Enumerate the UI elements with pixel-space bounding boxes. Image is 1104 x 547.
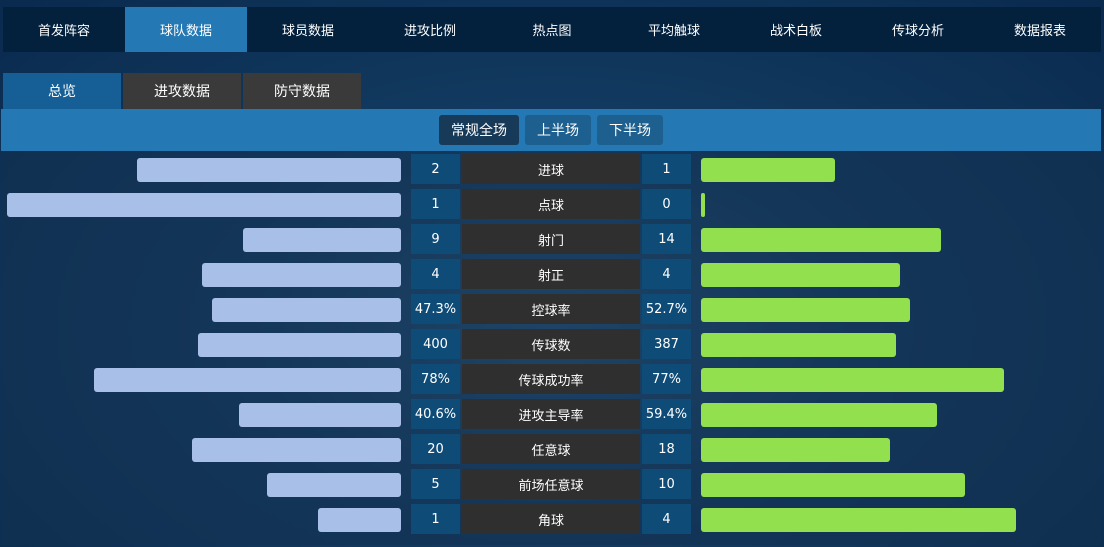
away-value: 4 [642, 504, 691, 534]
nav-tab-8[interactable]: 数据报表 [979, 7, 1101, 52]
away-value: 10 [642, 469, 691, 499]
stat-label: 任意球 [462, 434, 640, 464]
period-button-2[interactable]: 下半场 [597, 115, 663, 145]
away-bar [701, 298, 910, 322]
home-value: 20 [411, 434, 460, 464]
home-value: 5 [411, 469, 460, 499]
stat-row: 20 任意球 18 [1, 434, 1101, 464]
home-value: 40.6% [411, 399, 460, 429]
away-value: 1 [642, 154, 691, 184]
away-bar [701, 193, 705, 217]
sub-tabs: 总览 进攻数据 防守数据 [3, 73, 361, 109]
nav-tab-3[interactable]: 进攻比例 [369, 7, 491, 52]
away-value: 14 [642, 224, 691, 254]
stat-label: 射正 [462, 259, 640, 289]
stat-row: 1 点球 0 [1, 189, 1101, 219]
home-bar [267, 473, 401, 497]
period-selector: 常规全场 上半场 下半场 [1, 109, 1101, 151]
away-value: 59.4% [642, 399, 691, 429]
away-value: 77% [642, 364, 691, 394]
stat-label: 控球率 [462, 294, 640, 324]
away-value: 4 [642, 259, 691, 289]
home-value: 400 [411, 329, 460, 359]
home-value: 9 [411, 224, 460, 254]
away-bar [701, 403, 938, 427]
nav-tab-7[interactable]: 传球分析 [857, 7, 979, 52]
home-bar [239, 403, 401, 427]
nav-tab-6[interactable]: 战术白板 [735, 7, 857, 52]
stat-row: 40.6% 进攻主导率 59.4% [1, 399, 1101, 429]
nav-tab-5[interactable]: 平均触球 [613, 7, 735, 52]
nav-tab-2[interactable]: 球员数据 [247, 7, 369, 52]
home-value: 1 [411, 504, 460, 534]
stat-row: 1 角球 4 [1, 504, 1101, 534]
period-button-0[interactable]: 常规全场 [439, 115, 519, 145]
stat-label: 进攻主导率 [462, 399, 640, 429]
nav-tab-1[interactable]: 球队数据 [125, 7, 247, 52]
stat-row: 78% 传球成功率 77% [1, 364, 1101, 394]
away-bar [701, 508, 1017, 532]
home-bar [202, 263, 401, 287]
home-bar [93, 368, 401, 392]
stat-label: 角球 [462, 504, 640, 534]
stat-row: 4 射正 4 [1, 259, 1101, 289]
away-value: 18 [642, 434, 691, 464]
away-value: 52.7% [642, 294, 691, 324]
subtab-0[interactable]: 总览 [3, 73, 121, 109]
away-value: 387 [642, 329, 691, 359]
away-bar [701, 473, 965, 497]
stat-label: 进球 [462, 154, 640, 184]
stat-row: 2 进球 1 [1, 154, 1101, 184]
home-bar [137, 158, 401, 182]
stat-label: 前场任意球 [462, 469, 640, 499]
away-bar [701, 333, 897, 357]
stat-row: 5 前场任意球 10 [1, 469, 1101, 499]
stat-label: 传球数 [462, 329, 640, 359]
home-bar [192, 438, 401, 462]
home-bar [198, 333, 401, 357]
home-value: 1 [411, 189, 460, 219]
stat-label: 传球成功率 [462, 364, 640, 394]
home-bar [211, 298, 401, 322]
home-value: 2 [411, 154, 460, 184]
subtab-2[interactable]: 防守数据 [243, 73, 361, 109]
main-nav: 首发阵容 球队数据 球员数据 进攻比例 热点图 平均触球 战术白板 传球分析 数据报表 [3, 7, 1101, 52]
nav-tab-0[interactable]: 首发阵容 [3, 7, 125, 52]
home-bar [7, 193, 401, 217]
away-bar [701, 368, 1005, 392]
stat-row: 47.3% 控球率 52.7% [1, 294, 1101, 324]
home-value: 78% [411, 364, 460, 394]
stat-row: 9 射门 14 [1, 224, 1101, 254]
away-bar [701, 263, 900, 287]
home-value: 4 [411, 259, 460, 289]
subtab-1[interactable]: 进攻数据 [123, 73, 241, 109]
period-button-1[interactable]: 上半场 [525, 115, 591, 145]
away-bar [701, 228, 942, 252]
stats-panel: 常规全场 上半场 下半场 2 进球 1 1 点球 0 9 射门 14 4 射正 4 … [1, 109, 1101, 545]
away-bar [701, 158, 835, 182]
stat-row: 400 传球数 387 [1, 329, 1101, 359]
home-value: 47.3% [411, 294, 460, 324]
stat-label: 射门 [462, 224, 640, 254]
home-bar [318, 508, 401, 532]
away-bar [701, 438, 891, 462]
nav-tab-4[interactable]: 热点图 [491, 7, 613, 52]
stat-label: 点球 [462, 189, 640, 219]
away-value: 0 [642, 189, 691, 219]
home-bar [243, 228, 401, 252]
